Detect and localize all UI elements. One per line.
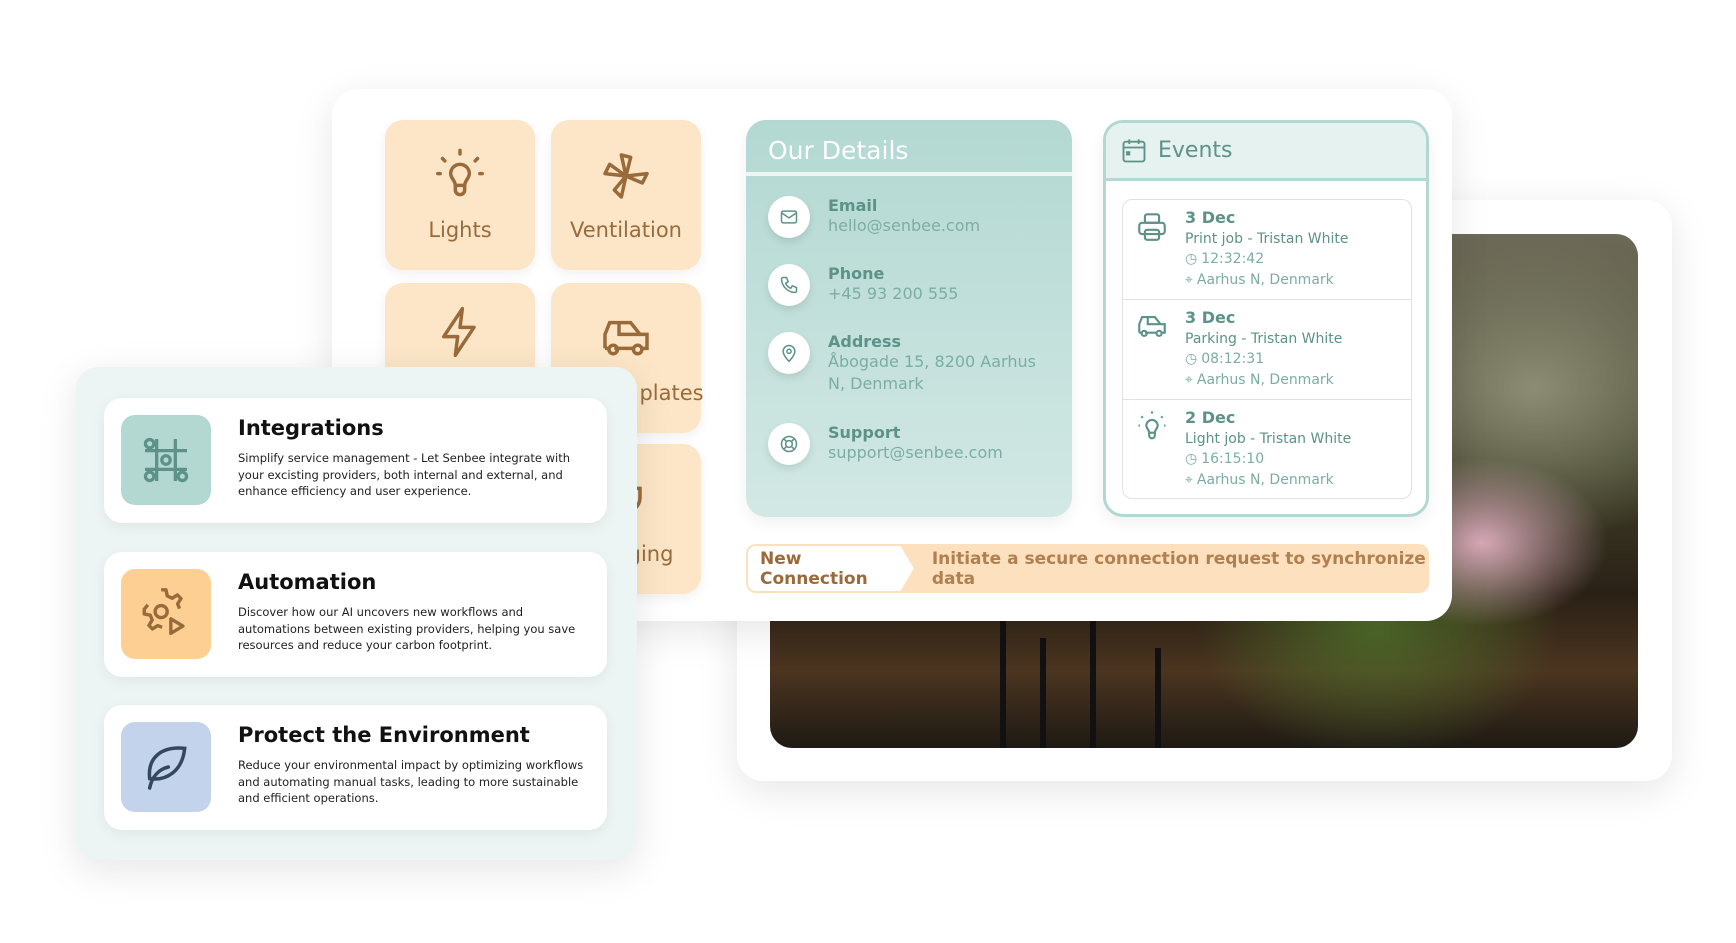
clock-icon: ◷ — [1185, 451, 1198, 467]
detail-support: Support support@senbee.com — [768, 423, 1003, 465]
support-link[interactable]: support@senbee.com — [828, 442, 1003, 464]
new-connection-bar[interactable]: New Connection Initiate a secure connect… — [746, 544, 1429, 593]
detail-email: Email hello@senbee.com — [768, 196, 980, 238]
feature-description: Discover how our AI uncovers new workflo… — [238, 605, 576, 652]
connection-description: Initiate a secure connection request to … — [931, 548, 1426, 589]
clock-icon: ◷ — [1185, 251, 1198, 267]
location-pin-icon: ⌖ — [1185, 371, 1193, 388]
events-title: Events — [1158, 138, 1233, 163]
tile-ventilation[interactable]: Ventilation — [551, 120, 701, 270]
feature-environment[interactable]: Protect the Environment Reduce your envi… — [104, 705, 607, 830]
events-list[interactable]: 3 Dec Print job - Tristan White ◷ 12:32:4… — [1122, 199, 1412, 499]
our-details-panel: Our Details Email hello@senbee.com Phone +… — [746, 120, 1072, 517]
tile-label: Lights — [428, 218, 492, 242]
phone-icon — [768, 264, 810, 306]
phone-link[interactable]: +45 93 200 555 — [828, 283, 958, 305]
details-title: Our Details — [746, 120, 1072, 176]
email-link[interactable]: hello@senbee.com — [828, 215, 980, 237]
detail-address: Address Åbogade 15, 8200 Aarhus N, Denmar… — [768, 332, 1048, 395]
feature-automation[interactable]: Automation Discover how our AI uncovers … — [104, 552, 607, 677]
feature-integrations[interactable]: Integrations Simplify service management… — [104, 398, 607, 523]
new-connection-button[interactable]: New Connection — [748, 546, 914, 591]
clock-icon: ◷ — [1185, 351, 1198, 367]
feature-title: Integrations — [238, 416, 384, 440]
car-icon — [603, 320, 649, 356]
detail-phone: Phone +45 93 200 555 — [768, 264, 958, 306]
event-item[interactable]: 3 Dec Print job - Tristan White ◷ 12:32:4… — [1123, 200, 1411, 300]
mail-icon — [768, 196, 810, 238]
fan-icon — [603, 153, 649, 199]
lightbulb-icon — [1138, 411, 1166, 440]
tile-label: Ventilation — [570, 218, 682, 242]
event-item[interactable]: 3 Dec Parking - Tristan White ◷ 08:12:31 … — [1123, 300, 1411, 400]
calendar-icon — [1122, 138, 1146, 162]
car-icon — [1138, 316, 1166, 337]
feature-title: Automation — [238, 570, 377, 594]
location-pin-icon — [768, 332, 810, 374]
feature-description: Simplify service management - Let Senbee… — [238, 451, 571, 498]
lightbulb-icon — [436, 148, 484, 197]
lightning-icon — [441, 306, 476, 358]
location-pin-icon: ⌖ — [1185, 271, 1193, 288]
event-item[interactable]: 2 Dec Light job - Tristan White ◷ 16:15:1… — [1123, 400, 1411, 498]
lifebuoy-icon — [768, 423, 810, 465]
leaf-icon — [121, 722, 211, 812]
features-panel: Integrations Simplify service management… — [76, 367, 637, 860]
location-pin-icon: ⌖ — [1185, 471, 1193, 488]
tile-lights[interactable]: Lights — [385, 120, 535, 270]
printer-icon — [1138, 213, 1166, 241]
events-panel: Events 3 Dec Print job - Tristan White ◷… — [1103, 120, 1429, 517]
gear-play-icon — [121, 569, 211, 659]
feature-title: Protect the Environment — [238, 723, 530, 747]
grid-network-icon — [121, 415, 211, 505]
feature-description: Reduce your environmental impact by opti… — [238, 758, 584, 805]
